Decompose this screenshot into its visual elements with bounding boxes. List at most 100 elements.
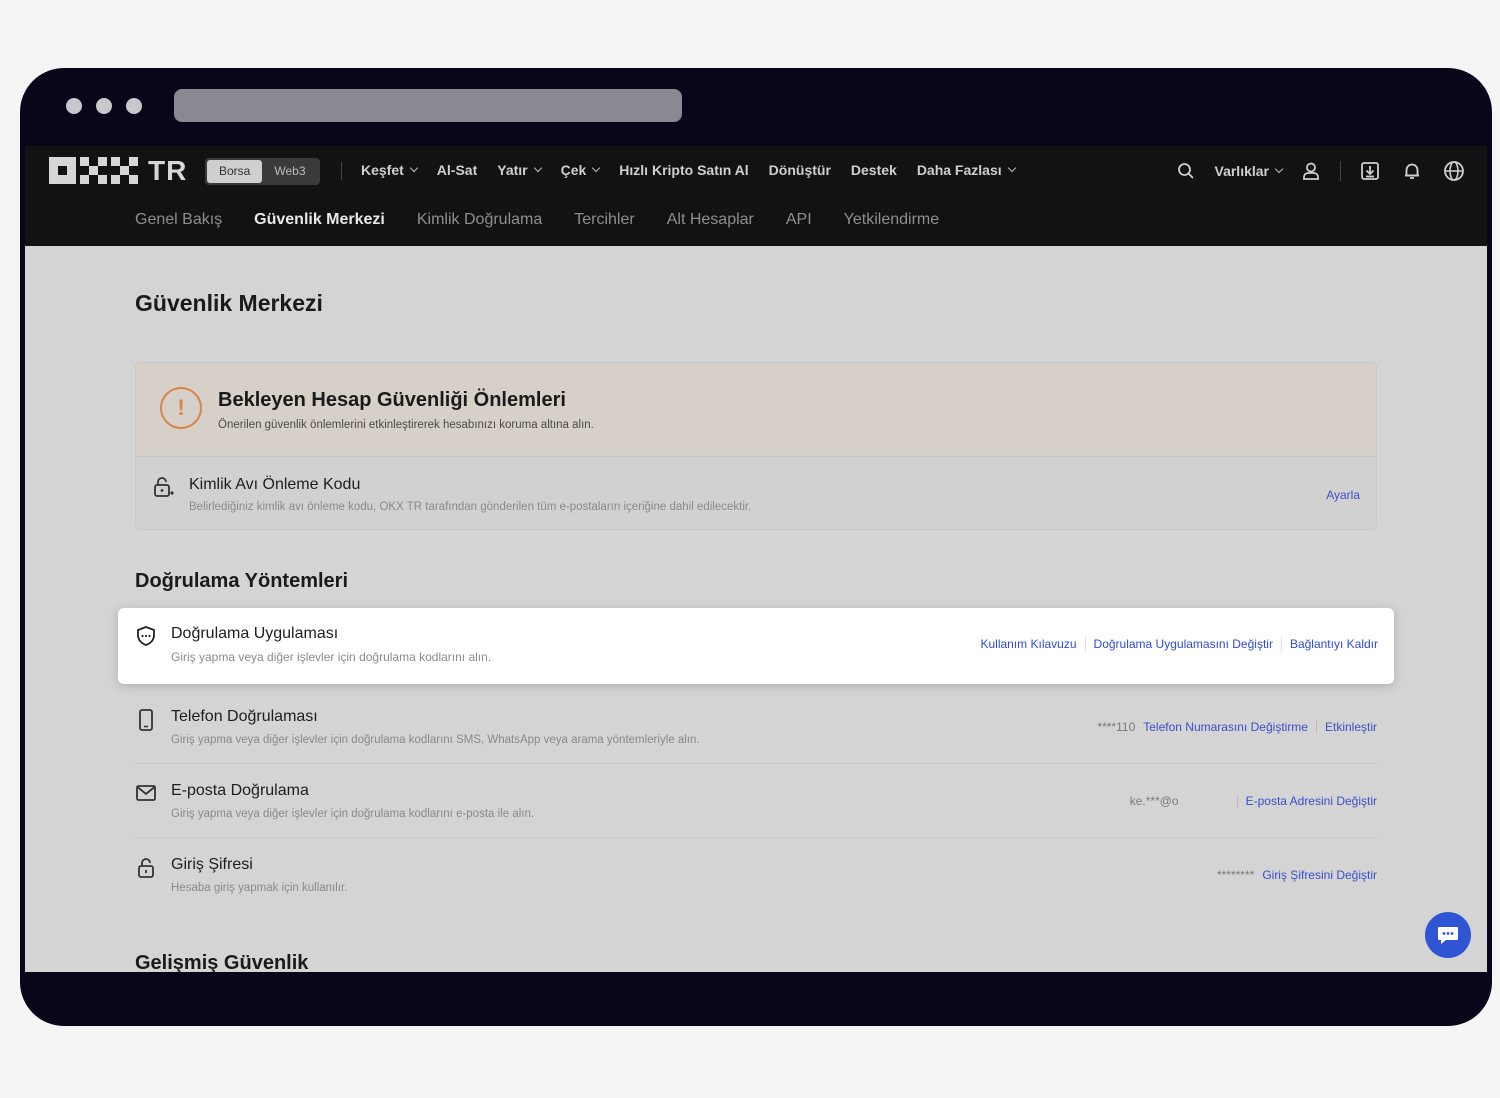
authenticator-app-row: Doğrulama Uygulaması Giriş yapma veya di… [118, 608, 1394, 684]
menu-label: Dönüştür [768, 162, 831, 178]
warning-icon: ! [160, 387, 202, 429]
bell-icon[interactable] [1399, 158, 1425, 184]
chat-icon [1438, 927, 1458, 944]
mail-icon [135, 782, 157, 809]
mode-borsa-button[interactable]: Borsa [207, 160, 263, 183]
menu-label: Çek [560, 162, 587, 178]
user-icon[interactable] [1298, 158, 1324, 184]
chevron-down-icon [592, 163, 601, 173]
mode-switch: Borsa Web3 [205, 158, 320, 185]
anti-phishing-title: Kimlik Avı Önleme Kodu [189, 476, 361, 493]
assets-label: Varlıklar [1214, 163, 1270, 179]
globe-icon[interactable] [1441, 158, 1467, 184]
menu-yatir[interactable]: Yatır [497, 162, 542, 178]
phone-title: Telefon Doğrulaması [171, 708, 318, 725]
phone-subtitle: Giriş yapma veya diğer işlevler için doğ… [171, 734, 700, 746]
change-email-link[interactable]: E-posta Adresini Değiştir [1246, 794, 1377, 808]
menu-destek[interactable]: Destek [851, 162, 897, 178]
menu-label: Keşfet [361, 162, 404, 178]
menu-kesfet[interactable]: Keşfet [361, 162, 419, 178]
phone-actions: ****110 Telefon Numarasını Değiştirme Et… [1097, 720, 1377, 734]
pending-card-header: ! Bekleyen Hesap Güvenliği Önlemleri Öne… [136, 363, 1376, 457]
password-title: Giriş Şifresi [171, 856, 253, 873]
phone-verification-row: Telefon Doğrulaması Giriş yapma veya diğ… [135, 690, 1377, 764]
menu-donustur[interactable]: Dönüştür [769, 162, 831, 178]
tab-api[interactable]: API [786, 211, 812, 229]
mode-web3-button[interactable]: Web3 [262, 160, 317, 183]
anti-phishing-row: Kimlik Avı Önleme Kodu Belirlediğiniz ki… [136, 457, 1376, 529]
change-phone-link[interactable]: Telefon Numarasını Değiştirme [1143, 720, 1308, 734]
pending-security-card: ! Bekleyen Hesap Güvenliği Önlemleri Öne… [135, 362, 1377, 530]
device-frame: TR Borsa Web3 Keşfet Al-Sat Yatır Çek Hı… [20, 68, 1492, 1026]
tab-guvenlik-merkezi[interactable]: Güvenlik Merkezi [254, 211, 385, 229]
unlink-authenticator-link[interactable]: Bağlantıyı Kaldır [1290, 637, 1378, 651]
top-navigation: TR Borsa Web3 Keşfet Al-Sat Yatır Çek Hı… [25, 146, 1487, 196]
set-anti-phishing-link[interactable]: Ayarla [1326, 488, 1360, 502]
okx-logo-mark [80, 157, 107, 184]
authenticator-subtitle: Giriş yapma veya diğer işlevler için doğ… [171, 650, 492, 664]
page-title: Güvenlik Merkezi [135, 290, 323, 316]
change-password-link[interactable]: Giriş Şifresini Değiştir [1262, 868, 1377, 882]
shield-icon [135, 625, 157, 652]
masked-password: ******** [1216, 868, 1255, 882]
address-bar[interactable] [174, 89, 682, 122]
window-dot[interactable] [66, 98, 82, 114]
tab-kimlik-dogrulama[interactable]: Kimlik Doğrulama [417, 211, 542, 229]
verification-section-title: Doğrulama Yöntemleri [135, 570, 349, 592]
menu-daha-fazlasi[interactable]: Daha Fazlası [916, 162, 1016, 178]
chat-support-button[interactable] [1425, 912, 1471, 958]
okx-logo-mark [111, 157, 138, 184]
main-content: Güvenlik Merkezi ! Bekleyen Hesap Güvenl… [25, 246, 1487, 972]
menu-label: Yatır [497, 162, 528, 178]
authenticator-actions: Kullanım Kılavuzu Doğrulama Uygulamasını… [980, 637, 1378, 651]
anti-phishing-subtitle: Belirlediğiniz kimlik avı önleme kodu, O… [189, 501, 752, 513]
right-navigation: Varlıklar [1173, 158, 1468, 184]
advanced-security-title: Gelişmiş Güvenlik [135, 952, 309, 972]
logo-text: TR [148, 155, 188, 186]
download-icon[interactable] [1357, 158, 1383, 184]
pending-card-title: Bekleyen Hesap Güvenliği Önlemleri [218, 389, 566, 411]
authenticator-title: Doğrulama Uygulaması [171, 625, 339, 642]
phone-icon [135, 708, 157, 737]
password-subtitle: Hesaba giriş yapmak için kullanılır. [171, 882, 348, 894]
menu-label: Daha Fazlası [916, 162, 1002, 178]
password-actions: ******** Giriş Şifresini Değiştir [1217, 868, 1377, 882]
menu-al-sat[interactable]: Al-Sat [437, 162, 477, 178]
chevron-down-icon [533, 163, 542, 173]
email-actions: ke.***@o E-posta Adresini Değiştir [1130, 794, 1377, 808]
window-dot[interactable] [126, 98, 142, 114]
okx-tr-logo[interactable]: TR [49, 155, 188, 186]
window-controls [66, 98, 142, 114]
menu-label: Al-Sat [436, 162, 478, 178]
chevron-down-icon [1007, 163, 1016, 173]
email-subtitle: Giriş yapma veya diğer işlevler için doğ… [171, 808, 535, 820]
tab-tercihler[interactable]: Tercihler [574, 211, 634, 229]
menu-cek[interactable]: Çek [560, 162, 601, 178]
masked-phone-number: ****110 [1097, 720, 1136, 734]
okx-logo-mark [49, 157, 76, 184]
browser-viewport: TR Borsa Web3 Keşfet Al-Sat Yatır Çek Hı… [25, 146, 1487, 972]
chevron-down-icon [409, 163, 419, 173]
assets-menu[interactable]: Varlıklar [1214, 163, 1284, 179]
lock-icon [135, 856, 157, 885]
enable-phone-link[interactable]: Etkinleştir [1325, 720, 1377, 734]
account-sub-navigation: Genel Bakış Güvenlik Merkezi Kimlik Doğr… [25, 196, 1487, 246]
menu-hizli-kripto[interactable]: Hızlı Kripto Satın Al [619, 162, 748, 178]
main-menu: Keşfet Al-Sat Yatır Çek Hızlı Kripto Sat… [341, 162, 1016, 180]
pending-card-subtitle: Önerilen güvenlik önlemlerini etkinleşti… [218, 419, 594, 431]
lock-open-icon [152, 475, 176, 504]
tab-yetkilendirme[interactable]: Yetkilendirme [844, 211, 939, 229]
email-verification-row: E-posta Doğrulama Giriş yapma veya diğer… [135, 764, 1377, 838]
change-authenticator-link[interactable]: Doğrulama Uygulamasını Değiştir [1094, 637, 1273, 651]
window-dot[interactable] [96, 98, 112, 114]
menu-label: Destek [850, 162, 897, 178]
tab-alt-hesaplar[interactable]: Alt Hesaplar [667, 211, 754, 229]
search-icon[interactable] [1173, 158, 1199, 184]
chevron-down-icon [1274, 164, 1284, 174]
email-title: E-posta Doğrulama [171, 782, 309, 799]
tab-genel-bakis[interactable]: Genel Bakış [135, 211, 222, 229]
login-password-row: Giriş Şifresi Hesaba giriş yapmak için k… [135, 838, 1377, 912]
user-guide-link[interactable]: Kullanım Kılavuzu [980, 637, 1076, 651]
masked-email: ke.***@o [1129, 794, 1179, 808]
menu-label: Hızlı Kripto Satın Al [619, 162, 749, 178]
